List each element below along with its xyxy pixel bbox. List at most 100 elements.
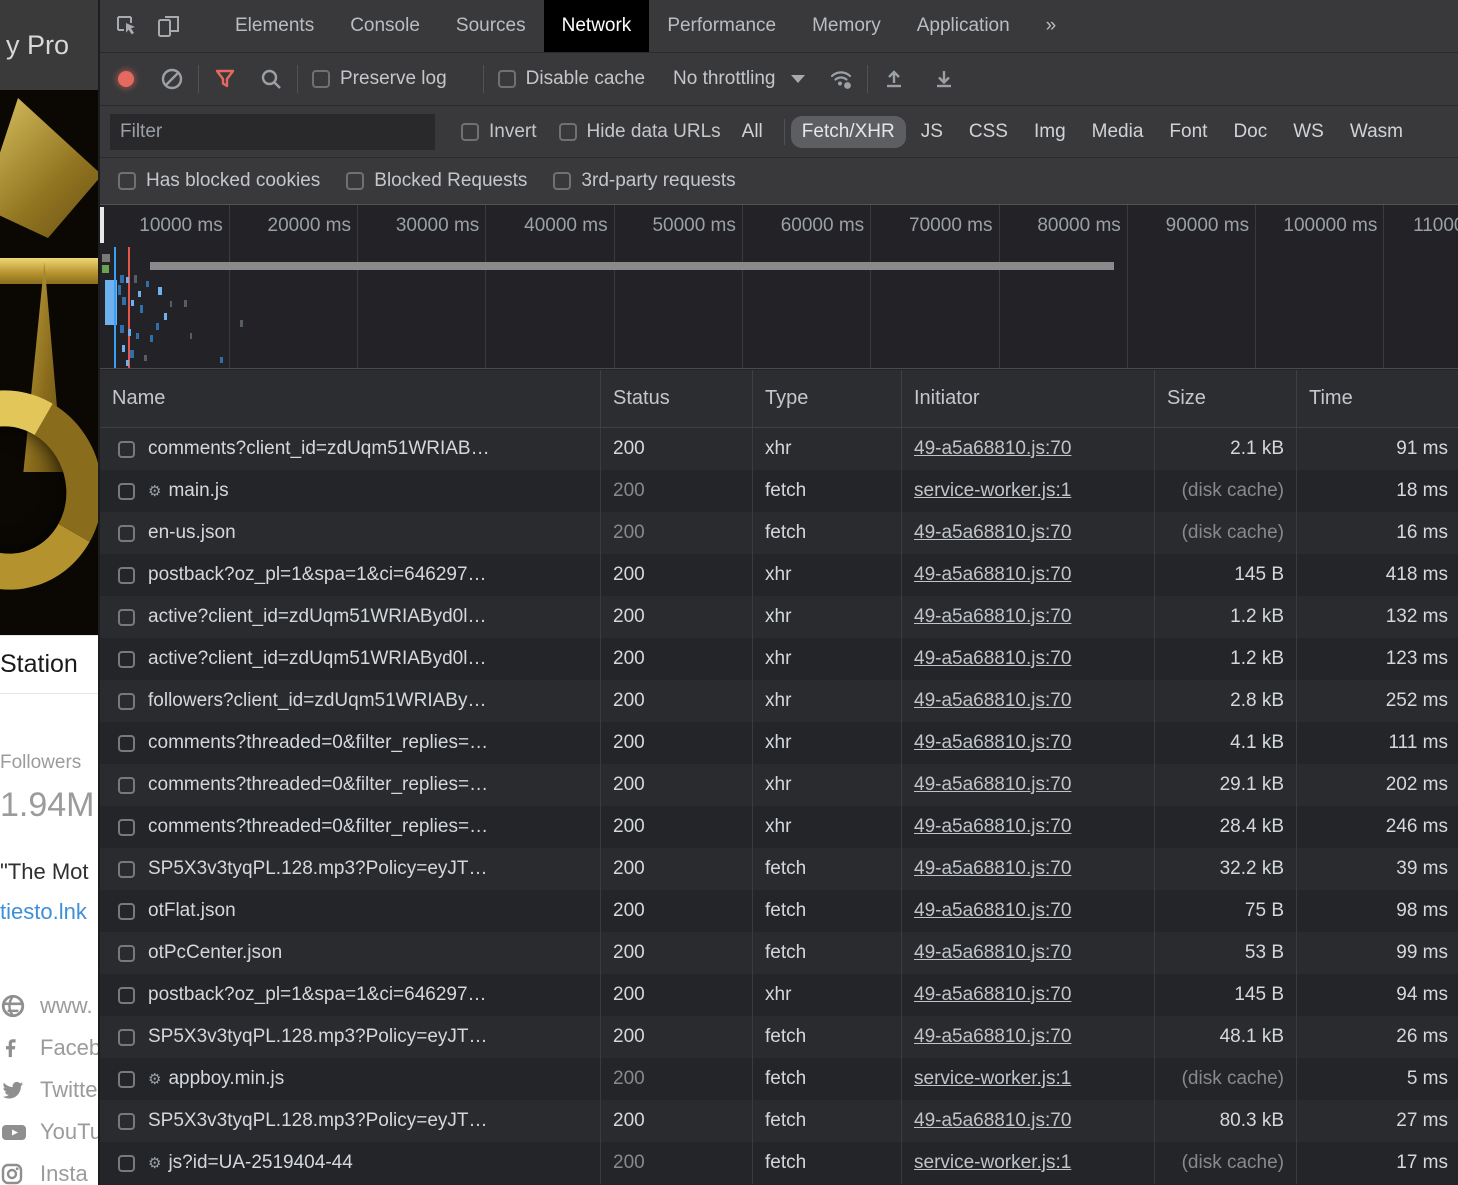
inspect-element-icon[interactable] bbox=[110, 9, 144, 43]
filter-chip-fetchxhr[interactable]: Fetch/XHR bbox=[791, 116, 906, 148]
filter-chip-all[interactable]: All bbox=[731, 116, 774, 148]
initiator-link[interactable]: 49-a5a68810.js:70 bbox=[914, 690, 1071, 712]
table-row[interactable]: ⚙ followers?client_id=zdUqm51WRIABy… 200… bbox=[100, 680, 1458, 722]
clear-network-log-icon[interactable] bbox=[160, 67, 184, 91]
initiator-link[interactable]: service-worker.js:1 bbox=[914, 480, 1071, 502]
table-row[interactable]: ⚙ active?client_id=zdUqm51WRIAByd0l… 200… bbox=[100, 638, 1458, 680]
table-row[interactable]: ⚙ comments?threaded=0&filter_replies=… 2… bbox=[100, 806, 1458, 848]
column-header-initiator[interactable]: Initiator bbox=[902, 370, 1155, 427]
tab-console[interactable]: Console bbox=[332, 0, 438, 52]
column-header-status[interactable]: Status bbox=[601, 370, 753, 427]
filter-chip-css[interactable]: CSS bbox=[958, 116, 1019, 148]
filter-chip-ws[interactable]: WS bbox=[1282, 116, 1335, 148]
initiator-link[interactable]: 49-a5a68810.js:70 bbox=[914, 900, 1071, 922]
row-checkbox[interactable] bbox=[118, 567, 135, 584]
table-row[interactable]: ⚙ SP5X3v3tyqPL.128.mp3?Policy=eyJT… 200 … bbox=[100, 1100, 1458, 1142]
row-checkbox[interactable] bbox=[118, 861, 135, 878]
tab-memory[interactable]: Memory bbox=[794, 0, 899, 52]
row-checkbox[interactable] bbox=[118, 903, 135, 920]
table-row[interactable]: ⚙ en-us.json 200 fetch 49-a5a68810.js:70… bbox=[100, 512, 1458, 554]
tab-elements[interactable]: Elements bbox=[217, 0, 332, 52]
tab-[interactable]: » bbox=[1028, 0, 1075, 52]
initiator-link[interactable]: 49-a5a68810.js:70 bbox=[914, 816, 1071, 838]
tab-network[interactable]: Network bbox=[544, 0, 650, 52]
filter-chip-wasm[interactable]: Wasm bbox=[1339, 116, 1414, 148]
record-network-log-button[interactable] bbox=[118, 71, 134, 87]
row-checkbox[interactable] bbox=[118, 1029, 135, 1046]
table-row[interactable]: ⚙ main.js 200 fetch service-worker.js:1 … bbox=[100, 470, 1458, 512]
tab-sources[interactable]: Sources bbox=[438, 0, 544, 52]
row-checkbox[interactable] bbox=[118, 483, 135, 500]
row-checkbox[interactable] bbox=[118, 1071, 135, 1088]
row-checkbox[interactable] bbox=[118, 651, 135, 668]
table-row[interactable]: ⚙ appboy.min.js 200 fetch service-worker… bbox=[100, 1058, 1458, 1100]
disable-cache-checkbox[interactable] bbox=[498, 70, 516, 88]
table-row[interactable]: ⚙ SP5X3v3tyqPL.128.mp3?Policy=eyJT… 200 … bbox=[100, 1016, 1458, 1058]
table-row[interactable]: ⚙ comments?threaded=0&filter_replies=… 2… bbox=[100, 764, 1458, 806]
station-tab-label[interactable]: Station bbox=[0, 635, 100, 694]
filter-icon[interactable] bbox=[213, 67, 237, 91]
table-row[interactable]: ⚙ postback?oz_pl=1&spa=1&ci=646297… 200 … bbox=[100, 974, 1458, 1016]
filter-chip-media[interactable]: Media bbox=[1081, 116, 1155, 148]
row-checkbox[interactable] bbox=[118, 819, 135, 836]
row-checkbox[interactable] bbox=[118, 987, 135, 1004]
social-link-faceb[interactable]: Faceb bbox=[0, 1027, 100, 1069]
row-checkbox[interactable] bbox=[118, 693, 135, 710]
search-icon[interactable] bbox=[259, 67, 283, 91]
social-link-www[interactable]: www. bbox=[0, 985, 100, 1027]
column-header-name[interactable]: Name bbox=[100, 370, 601, 427]
filter-chip-img[interactable]: Img bbox=[1023, 116, 1077, 148]
import-har-icon[interactable] bbox=[882, 67, 906, 91]
filter-chip-doc[interactable]: Doc bbox=[1222, 116, 1278, 148]
row-checkbox[interactable] bbox=[118, 777, 135, 794]
column-header-size[interactable]: Size bbox=[1155, 370, 1297, 427]
-rd-party-requests-checkbox[interactable] bbox=[553, 172, 571, 190]
initiator-link[interactable]: 49-a5a68810.js:70 bbox=[914, 564, 1071, 586]
network-conditions-icon[interactable] bbox=[829, 67, 853, 91]
table-row[interactable]: ⚙ SP5X3v3tyqPL.128.mp3?Policy=eyJT… 200 … bbox=[100, 848, 1458, 890]
table-row[interactable]: ⚙ otFlat.json 200 fetch 49-a5a68810.js:7… bbox=[100, 890, 1458, 932]
network-overview-waterfall[interactable]: 10000 ms20000 ms30000 ms40000 ms50000 ms… bbox=[100, 205, 1458, 369]
initiator-link[interactable]: 49-a5a68810.js:70 bbox=[914, 1026, 1071, 1048]
export-har-icon[interactable] bbox=[932, 67, 956, 91]
row-checkbox[interactable] bbox=[118, 525, 135, 542]
initiator-link[interactable]: 49-a5a68810.js:70 bbox=[914, 438, 1071, 460]
tab-performance[interactable]: Performance bbox=[649, 0, 794, 52]
initiator-link[interactable]: 49-a5a68810.js:70 bbox=[914, 774, 1071, 796]
row-checkbox[interactable] bbox=[118, 441, 135, 458]
table-row[interactable]: ⚙ js?id=UA-2519404-44 200 fetch service-… bbox=[100, 1142, 1458, 1184]
filter-chip-font[interactable]: Font bbox=[1158, 116, 1218, 148]
initiator-link[interactable]: 49-a5a68810.js:70 bbox=[914, 648, 1071, 670]
initiator-link[interactable]: 49-a5a68810.js:70 bbox=[914, 522, 1071, 544]
column-header-type[interactable]: Type bbox=[753, 370, 902, 427]
hide-data-urls-checkbox[interactable] bbox=[559, 123, 577, 141]
row-checkbox[interactable] bbox=[118, 945, 135, 962]
table-row[interactable]: ⚙ active?client_id=zdUqm51WRIAByd0l… 200… bbox=[100, 596, 1458, 638]
blocked-requests-checkbox[interactable] bbox=[346, 172, 364, 190]
tab-application[interactable]: Application bbox=[899, 0, 1028, 52]
table-row[interactable]: ⚙ comments?threaded=0&filter_replies=… 2… bbox=[100, 722, 1458, 764]
row-checkbox[interactable] bbox=[118, 1155, 135, 1172]
initiator-link[interactable]: 49-a5a68810.js:70 bbox=[914, 732, 1071, 754]
social-link-youtu[interactable]: YouTu bbox=[0, 1111, 100, 1153]
initiator-link[interactable]: 49-a5a68810.js:70 bbox=[914, 984, 1071, 1006]
throttling-select[interactable]: No throttling bbox=[673, 68, 805, 90]
initiator-link[interactable]: 49-a5a68810.js:70 bbox=[914, 606, 1071, 628]
invert-checkbox[interactable] bbox=[461, 123, 479, 141]
row-checkbox[interactable] bbox=[118, 735, 135, 752]
social-link-insta[interactable]: Insta bbox=[0, 1153, 100, 1185]
device-toolbar-icon[interactable] bbox=[152, 9, 186, 43]
track-link[interactable]: tiesto.lnk bbox=[0, 899, 100, 925]
filter-input[interactable] bbox=[110, 114, 435, 150]
upgrade-pro-label[interactable]: y Pro bbox=[6, 30, 69, 61]
table-row[interactable]: ⚙ comments?client_id=zdUqm51WRIAB… 200 x… bbox=[100, 428, 1458, 470]
column-header-time[interactable]: Time bbox=[1297, 370, 1458, 427]
has-blocked-cookies-checkbox[interactable] bbox=[118, 172, 136, 190]
row-checkbox[interactable] bbox=[118, 609, 135, 626]
preserve-log-checkbox[interactable] bbox=[312, 70, 330, 88]
row-checkbox[interactable] bbox=[118, 1113, 135, 1130]
initiator-link[interactable]: service-worker.js:1 bbox=[914, 1068, 1071, 1090]
initiator-link[interactable]: service-worker.js:1 bbox=[914, 1152, 1071, 1174]
filter-chip-js[interactable]: JS bbox=[910, 116, 954, 148]
social-link-twitte[interactable]: Twitte bbox=[0, 1069, 100, 1111]
